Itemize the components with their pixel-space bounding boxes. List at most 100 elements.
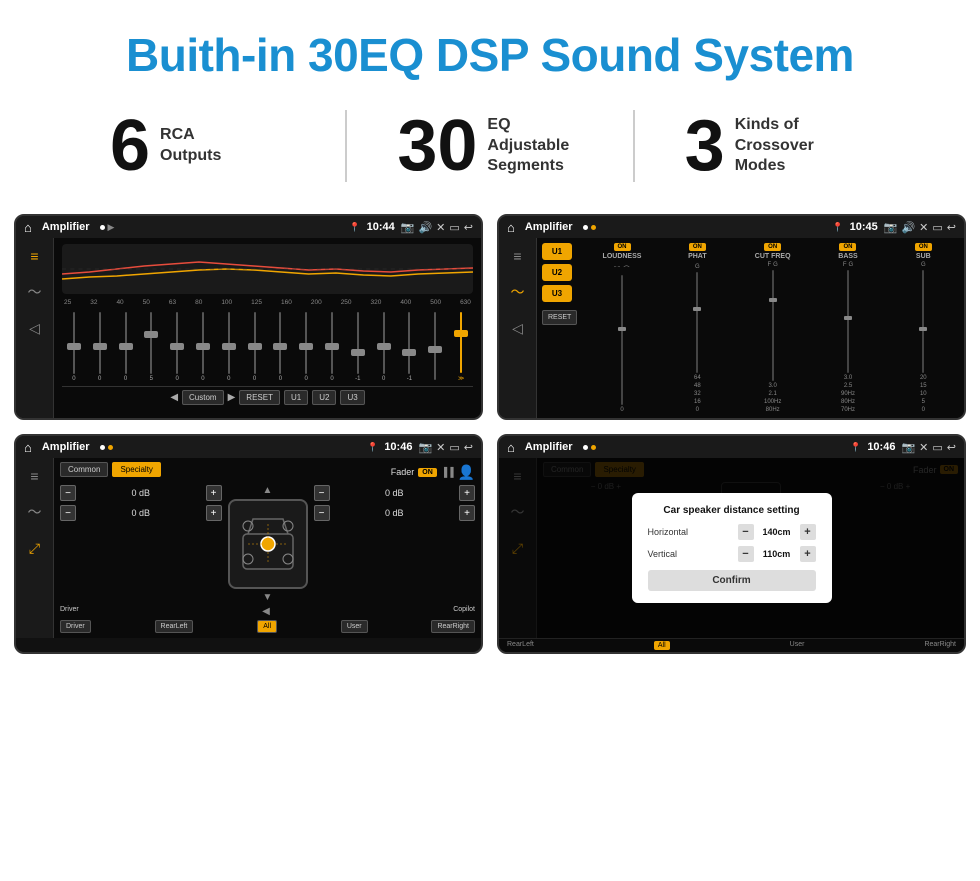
fader-minus-1[interactable]: − xyxy=(60,485,76,501)
status-dots-2 xyxy=(583,225,596,230)
camera-icon-2: 📷 xyxy=(884,221,898,234)
dot-1 xyxy=(100,225,105,230)
preset-u3[interactable]: U3 xyxy=(542,285,572,302)
gps-icon-3: 📍 xyxy=(367,442,378,453)
back-icon-2: ↩ xyxy=(947,221,956,234)
u1-btn[interactable]: U1 xyxy=(284,390,308,405)
fader-center: ▲ xyxy=(228,485,308,603)
eq-slider-3: 5 xyxy=(139,312,163,382)
fader-main: Common Specialty Fader ON ▐▐ 👤 − xyxy=(54,458,481,638)
app-title-1: Amplifier xyxy=(42,221,90,233)
u2-btn[interactable]: U2 xyxy=(312,390,336,405)
dot-active-3 xyxy=(108,445,113,450)
phat-toggle[interactable]: ON xyxy=(689,243,706,251)
fader-minus-3[interactable]: − xyxy=(314,485,330,501)
stat-eq-label: EQ AdjustableSegments xyxy=(487,115,582,177)
screenshots-grid: ⌂ Amplifier ▶ 📍 10:44 📷 🔊 ✕ ▭ ↩ ≡ 〜 ◁ xyxy=(0,206,980,674)
horizontal-label: Horizontal xyxy=(648,527,689,537)
stat-crossover: 3 Kinds ofCrossover Modes xyxy=(635,110,920,182)
eq-slider-2: 0 xyxy=(114,312,138,382)
eq-slider-8: 0 xyxy=(269,312,293,382)
down-arrow[interactable]: ▼ xyxy=(263,592,273,603)
stat-crossover-number: 3 xyxy=(685,110,725,182)
expand-icon-3[interactable]: ⤢ xyxy=(29,540,40,557)
fader-minus-2[interactable]: − xyxy=(60,505,76,521)
loudness-label: LOUDNESS xyxy=(603,253,642,260)
dot-active-2 xyxy=(591,225,596,230)
side-icons-3: ≡ 〜 ⤢ xyxy=(16,458,54,638)
tab-common[interactable]: Common xyxy=(60,462,108,477)
sub-toggle[interactable]: ON xyxy=(915,243,932,251)
fader-plus-4[interactable]: + xyxy=(459,505,475,521)
gps-icon-4: 📍 xyxy=(850,442,861,453)
btn-rearleft[interactable]: RearLeft xyxy=(155,620,194,633)
back-icon-4: ↩ xyxy=(947,441,956,454)
cutfreq-toggle[interactable]: ON xyxy=(764,243,781,251)
loudness-toggle[interactable]: ON xyxy=(614,243,631,251)
eq-slider-5: 0 xyxy=(191,312,215,382)
eq-bottom-bar: ◀ Custom ▶ RESET U1 U2 U3 xyxy=(62,386,473,408)
bass-toggle[interactable]: ON xyxy=(839,243,856,251)
dot-2 xyxy=(583,225,588,230)
screen-content-4: ≡ 〜 ⤢ Common Specialty Fader ON − 0 dB +… xyxy=(499,458,964,638)
user-icon-fader: 👤 xyxy=(458,464,475,481)
fader-plus-1[interactable]: + xyxy=(206,485,222,501)
home-icon-2: ⌂ xyxy=(507,220,515,235)
btn-rearright[interactable]: RearRight xyxy=(431,620,475,633)
home-icon-1: ⌂ xyxy=(24,220,32,235)
speaker-icon-2[interactable]: ◁ xyxy=(512,320,523,337)
fader-on-badge[interactable]: ON xyxy=(418,468,437,477)
eq-slider-4: 0 xyxy=(165,312,189,382)
eq-freq-labels: 2532405063 80100125160200 25032040050063… xyxy=(62,299,473,306)
vertical-label: Vertical xyxy=(648,549,678,559)
fader-val-4: 0 dB xyxy=(333,508,457,518)
confirm-button[interactable]: Confirm xyxy=(648,570,816,591)
preset-u2[interactable]: U2 xyxy=(542,264,572,281)
next-preset-btn[interactable]: ▶ xyxy=(228,392,236,403)
volume-icon-1: 🔊 xyxy=(418,221,432,234)
up-arrow[interactable]: ▲ xyxy=(263,485,273,496)
eq-icon-2[interactable]: ≡ xyxy=(513,248,521,264)
fader-minus-4[interactable]: − xyxy=(314,505,330,521)
dot-4 xyxy=(583,445,588,450)
prev-preset-btn[interactable]: ◀ xyxy=(170,392,178,403)
eq-icon[interactable]: ≡ xyxy=(30,248,38,264)
u3-btn[interactable]: U3 xyxy=(340,390,364,405)
dsp-controls: ON LOUDNESS ⌒ ⌒ 0 ON PHAT G xyxy=(586,243,959,413)
vertical-value: 110cm xyxy=(758,549,796,559)
btn-user[interactable]: User xyxy=(341,620,368,633)
phat-label: PHAT xyxy=(688,253,707,260)
dsp-reset-btn[interactable]: RESET xyxy=(542,310,577,325)
eq-slider-1: 0 xyxy=(88,312,112,382)
wave-icon[interactable]: 〜 xyxy=(28,282,42,302)
btn-all[interactable]: All xyxy=(257,620,277,633)
dialog-horizontal-row: Horizontal − 140cm + xyxy=(648,524,816,540)
dsp-cutfreq: ON CUT FREQ F G 3.0 2.1 100Hz 80Hz xyxy=(737,243,808,413)
eq-main: 2532405063 80100125160200 25032040050063… xyxy=(54,238,481,418)
sub-label: SUB xyxy=(916,253,931,260)
fader-plus-3[interactable]: + xyxy=(459,485,475,501)
horizontal-plus[interactable]: + xyxy=(800,524,816,540)
horizontal-minus[interactable]: − xyxy=(738,524,754,540)
btn-driver[interactable]: Driver xyxy=(60,620,91,633)
eq-icon-3[interactable]: ≡ xyxy=(30,468,38,484)
vertical-minus[interactable]: − xyxy=(738,546,754,562)
preset-u1[interactable]: U1 xyxy=(542,243,572,260)
dsp-main: U1 U2 U3 RESET ON LOUDNESS ⌒ ⌒ xyxy=(537,238,964,418)
tab-specialty[interactable]: Specialty xyxy=(112,462,160,477)
wave-icon-3[interactable]: 〜 xyxy=(28,502,42,522)
eq-slider-7: 0 xyxy=(243,312,267,382)
reset-btn[interactable]: RESET xyxy=(239,390,280,405)
wave-icon-2[interactable]: 〜 xyxy=(511,282,525,302)
eq-slider-15: ≫ xyxy=(449,312,473,382)
window-icon-3: ▭ xyxy=(449,441,459,454)
fader-right: − 0 dB + − 0 dB + xyxy=(314,485,476,603)
status-dots-3 xyxy=(100,445,113,450)
vertical-plus[interactable]: + xyxy=(800,546,816,562)
eq-slider-10: 0 xyxy=(320,312,344,382)
left-arrow[interactable]: ◀ xyxy=(262,606,270,617)
camera-icon-1: 📷 xyxy=(401,221,415,234)
btn-all-4[interactable]: All xyxy=(654,641,670,650)
speaker-icon[interactable]: ◁ xyxy=(29,320,40,337)
fader-plus-2[interactable]: + xyxy=(206,505,222,521)
